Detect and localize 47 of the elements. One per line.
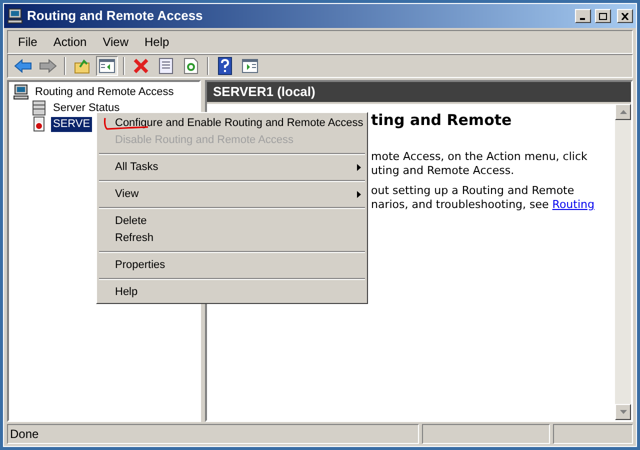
computer-icon: [13, 84, 29, 100]
maximize-icon: [599, 12, 607, 20]
refresh-icon: [184, 58, 198, 74]
status-text: Done: [7, 424, 419, 444]
menu-item[interactable]: Help: [97, 284, 367, 301]
toolbar-button[interactable]: [96, 56, 118, 76]
server-icon: [31, 116, 47, 132]
menu-item[interactable]: Action: [47, 33, 93, 51]
down-arrow-icon: [620, 410, 626, 414]
server-stack-icon: [31, 100, 47, 116]
up-arrow-icon: [620, 110, 626, 114]
close-icon: [621, 12, 629, 20]
properties-icon: [159, 58, 173, 74]
minimize-button[interactable]: [575, 9, 591, 23]
back-arrow-icon: [14, 59, 32, 73]
forward-arrow-icon: [39, 59, 57, 73]
pane-header: SERVER1 (local): [207, 82, 631, 104]
close-button[interactable]: [617, 9, 633, 23]
scroll-up-button[interactable]: [615, 104, 631, 120]
menu-item[interactable]: File: [12, 33, 44, 51]
folder-up-icon: [74, 58, 90, 74]
content-heading: ting and Remote: [371, 110, 512, 130]
menu-item[interactable]: Properties: [97, 257, 367, 274]
menu-item[interactable]: View: [97, 186, 367, 203]
delete-icon: [133, 58, 149, 74]
action-pane-icon: [242, 59, 258, 73]
computer-icon: [7, 8, 23, 24]
menu-item[interactable]: Configure and Enable Routing and Remote Access: [97, 115, 367, 132]
help-text: out setting up a Routing and Remote narios, and troubleshooting, see Routing: [371, 184, 596, 212]
window-title: Routing and Remote Access: [27, 7, 203, 26]
scroll-down-button[interactable]: [615, 404, 631, 420]
console-tree-icon: [99, 59, 115, 73]
submenu-arrow-icon: [357, 191, 361, 198]
help-link[interactable]: Routing: [552, 198, 594, 211]
menu-item[interactable]: View: [96, 33, 134, 51]
menu-item[interactable]: Refresh: [97, 230, 367, 247]
tree-item[interactable]: Server Status: [51, 100, 122, 116]
menu-item[interactable]: Help: [138, 33, 176, 51]
menu-item[interactable]: All Tasks: [97, 159, 367, 176]
help-book-icon: [218, 57, 232, 75]
tree-item[interactable]: Routing and Remote Access: [33, 84, 176, 100]
maximize-button[interactable]: [595, 9, 611, 23]
instruction-text: mote Access, on the Action menu, click uting and Remote Access.: [371, 150, 588, 178]
toolbar-button[interactable]: [239, 56, 261, 76]
menu-item[interactable]: Delete: [97, 213, 367, 230]
submenu-arrow-icon: [357, 164, 361, 171]
tree-item[interactable]: SERVE: [51, 116, 92, 132]
